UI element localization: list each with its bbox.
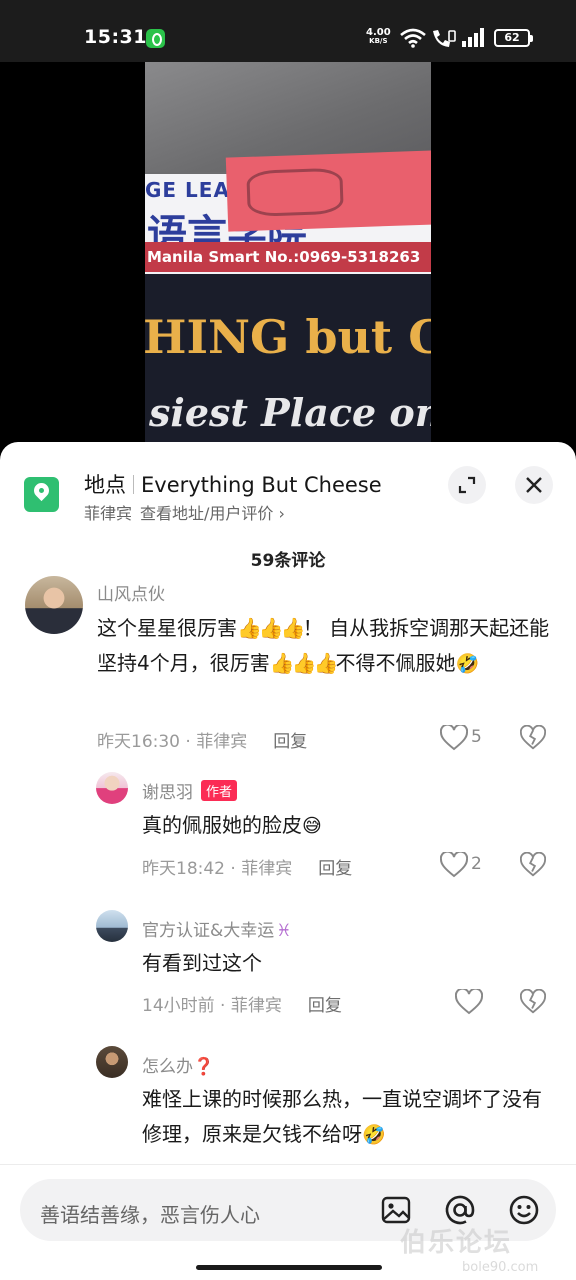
broken-heart-icon[interactable]	[520, 725, 546, 751]
status-bar: 15:31 4.00 KB/S 62	[0, 0, 576, 62]
like-count: 2	[471, 854, 482, 874]
reply-item: 谢思羽 作者 真的佩服她的脸皮😅 昨天18:42 · 菲律宾 回复 2	[0, 770, 576, 890]
comment-username[interactable]: 怎么办❓	[142, 1052, 214, 1077]
comment-username[interactable]: 谢思羽 作者	[142, 778, 238, 803]
reply-button[interactable]: 回复	[308, 996, 342, 1016]
location-name: Everything But Cheese	[141, 473, 382, 497]
question-emoji: ❓	[193, 1057, 215, 1077]
status-time: 15:31	[84, 26, 147, 48]
heart-icon	[440, 725, 468, 751]
laughing-emoji: 🤣	[455, 653, 480, 675]
comment-text: 有看到过这个	[142, 951, 262, 975]
reply-item: 官方认证&大幸运 ♓ 有看到过这个 14小时前 · 菲律宾 回复	[0, 908, 576, 1028]
comment-meta: 昨天16:30 · 菲律宾 回复	[97, 727, 307, 752]
call-icon	[433, 30, 456, 47]
comment-text: 真的佩服她的脸皮😅	[142, 808, 542, 844]
watermark: 伯乐论坛 bole90.com	[400, 1220, 576, 1280]
avatar[interactable]	[96, 910, 128, 942]
comment-username-text: 官方认证&大幸运	[142, 921, 275, 941]
location-label: 地点	[84, 473, 126, 497]
comment-text-part: 难怪上课的时候那么热，一直说空调坏了没有修理，原来是欠钱不给呀	[142, 1087, 542, 1146]
comment-time-location: 14小时前 · 菲律宾	[142, 996, 282, 1016]
comment-text: 这个星星很厉害👍👍👍！ 自从我拆空调那天起还能坚持4个月，很厉害👍👍👍不得不佩服…	[97, 611, 557, 682]
reply-item: 怎么办❓ 难怪上课的时候那么热，一直说空调坏了没有修理，原来是欠钱不给呀🤣	[0, 1044, 576, 1164]
avatar[interactable]	[25, 576, 83, 634]
comment-username-text: 谢思羽	[142, 783, 193, 803]
video-store-slogan: siest Place on E	[149, 390, 431, 435]
comment-time-location: 昨天18:42 · 菲律宾	[142, 859, 293, 879]
close-button[interactable]	[515, 466, 553, 504]
comment-username-text: 怎么办	[142, 1057, 193, 1077]
comment-meta: 14小时前 · 菲律宾 回复	[142, 991, 342, 1016]
avatar[interactable]	[96, 772, 128, 804]
location-divider	[133, 475, 134, 494]
reply-button[interactable]: 回复	[273, 732, 307, 752]
like-button[interactable]: 2	[440, 852, 500, 878]
location-header[interactable]: 地点 Everything But Cheese 菲律宾 查看地址/用户评价 ›	[0, 442, 576, 537]
comment-input-placeholder: 善语结善缘，恶言伤人心	[40, 1203, 260, 1227]
author-badge: 作者	[201, 780, 238, 801]
signal-icon	[462, 28, 484, 47]
comment-item: 山风点伙 这个星星很厉害👍👍👍！ 自从我拆空调那天起还能坚持4个月，很厉害👍👍👍…	[0, 572, 576, 752]
sweat-smile-emoji: 😅	[302, 815, 322, 837]
watermark-url: bole90.com	[462, 1260, 539, 1275]
thumbs-up-emoji: 👍👍👍	[237, 616, 306, 640]
location-title: 地点 Everything But Cheese	[84, 469, 382, 499]
comment-username[interactable]: 官方认证&大幸运 ♓	[142, 916, 292, 941]
video-player[interactable]: GE LEARN 语言学院 Manila Smart No.:0969-5318…	[0, 62, 576, 452]
home-indicator[interactable]	[196, 1265, 382, 1270]
network-speed: 4.00 KB/S	[366, 28, 391, 46]
close-icon	[526, 477, 542, 493]
laughing-emoji: 🤣	[362, 1124, 386, 1146]
heart-icon	[440, 852, 468, 878]
comment-count: 59条评论	[250, 551, 326, 571]
comment-sheet: 地点 Everything But Cheese 菲律宾 查看地址/用户评价 › 5…	[0, 442, 576, 1280]
comment-meta: 昨天18:42 · 菲律宾 回复	[142, 854, 352, 879]
app-notification-icon	[146, 29, 165, 48]
comment-text-part: 真的佩服她的脸皮	[142, 813, 302, 837]
watermark-brand: 伯乐论坛	[400, 1228, 513, 1258]
comment-text: 难怪上课的时候那么热，一直说空调坏了没有修理，原来是欠钱不给呀🤣	[142, 1082, 554, 1153]
comment-text-part: 这个星星很厉害	[97, 616, 237, 640]
video-store-name: HING but C	[145, 310, 431, 364]
chevron-right-icon: ›	[278, 504, 285, 523]
heart-icon	[455, 989, 483, 1015]
video-store-name-text: HING but C	[145, 310, 431, 364]
thumbs-up-emoji: 👍👍👍	[269, 651, 339, 675]
location-subtitle[interactable]: 菲律宾 查看地址/用户评价 ›	[84, 500, 285, 524]
broken-heart-icon[interactable]	[520, 989, 546, 1015]
wifi-icon	[400, 28, 426, 48]
network-speed-unit: KB/S	[369, 37, 388, 45]
comment-text-part: 不得不佩服她	[335, 651, 456, 675]
expand-button[interactable]	[448, 466, 486, 504]
pisces-emoji: ♓	[276, 921, 292, 941]
reply-button[interactable]: 回复	[318, 859, 352, 879]
video-sign-phone: Manila Smart No.:0969-5318263	[145, 242, 431, 272]
video-red-banner	[225, 150, 431, 232]
comment-time-location: 昨天16:30 · 菲律宾	[97, 732, 248, 752]
location-details-link[interactable]: 查看地址/用户评价	[140, 504, 273, 523]
video-frame[interactable]: GE LEARN 语言学院 Manila Smart No.:0969-5318…	[145, 62, 431, 452]
location-country: 菲律宾	[84, 504, 133, 523]
like-button[interactable]: 5	[440, 725, 500, 751]
broken-heart-icon[interactable]	[520, 852, 546, 878]
like-button[interactable]	[455, 989, 515, 1015]
comment-username[interactable]: 山风点伙	[97, 580, 165, 605]
location-pin-icon	[24, 477, 59, 512]
avatar[interactable]	[96, 1046, 128, 1078]
battery-indicator: 62	[494, 29, 533, 47]
expand-icon	[458, 476, 476, 494]
like-count: 5	[471, 727, 482, 747]
